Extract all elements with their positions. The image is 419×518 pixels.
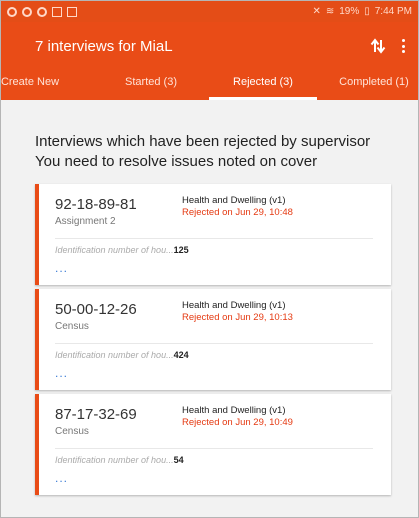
overflow-menu-icon[interactable]	[402, 39, 406, 53]
mute-icon: ✕	[312, 6, 321, 17]
survey-name: Health and Dwelling (v1)	[182, 300, 286, 311]
interview-card[interactable]: 50-00-12-26 Census Health and Dwelling (…	[35, 289, 391, 390]
field-label: Identification number of hou...	[55, 455, 174, 465]
image-icon	[52, 6, 62, 17]
notification-icons	[7, 6, 77, 17]
survey-name: Health and Dwelling (v1)	[182, 405, 286, 416]
more-menu-button[interactable]: ...	[55, 472, 68, 484]
interview-assignment: Census	[55, 426, 89, 437]
field-label: Identification number of hou...	[55, 245, 174, 255]
interview-id: 92-18-89-81	[55, 196, 137, 213]
tab-bar: Create New Started (3) Rejected (3) Comp…	[1, 70, 418, 100]
interview-assignment: Census	[55, 321, 89, 332]
field-value: 424	[173, 350, 189, 360]
more-menu-button[interactable]: ...	[55, 262, 68, 274]
divider	[55, 343, 373, 344]
tab-started[interactable]: Started (3)	[111, 70, 191, 100]
notification-icon	[22, 6, 32, 17]
prefilled-field: Identification number of hou...54	[55, 455, 184, 465]
interview-id: 87-17-32-69	[55, 406, 137, 423]
survey-name: Health and Dwelling (v1)	[182, 195, 286, 206]
interview-card[interactable]: 87-17-32-69 Census Health and Dwelling (…	[35, 394, 391, 495]
field-value: 54	[173, 455, 184, 465]
intro-line-1: Interviews which have been rejected by s…	[35, 133, 371, 150]
tab-create-new[interactable]: Create New	[1, 70, 61, 100]
divider	[55, 238, 373, 239]
tab-completed[interactable]: Completed (1)	[331, 70, 417, 100]
intro-line-2: You need to resolve issues noted on cove…	[35, 153, 318, 170]
wifi-icon: ≋	[325, 6, 335, 17]
system-status: ✕ ≋ 19% ▯ 7:44 PM	[312, 6, 412, 17]
screenshot-icon	[67, 6, 77, 17]
notification-icon	[7, 6, 17, 17]
rejected-status: Rejected on Jun 29, 10:49	[182, 417, 293, 428]
interview-id: 50-00-12-26	[55, 301, 137, 318]
app-bar: 7 interviews for MiaL	[1, 22, 418, 70]
rejected-status: Rejected on Jun 29, 10:48	[182, 207, 293, 218]
divider	[55, 448, 373, 449]
prefilled-field: Identification number of hou...125	[55, 245, 189, 255]
interview-card[interactable]: 92-18-89-81 Assignment 2 Health and Dwel…	[35, 184, 391, 285]
interview-assignment: Assignment 2	[55, 216, 116, 227]
rejected-list: Interviews which have been rejected by s…	[1, 100, 418, 495]
tab-rejected[interactable]: Rejected (3)	[209, 70, 317, 100]
status-bar: ✕ ≋ 19% ▯ 7:44 PM	[1, 1, 418, 22]
field-label: Identification number of hou...	[55, 350, 174, 360]
more-menu-button[interactable]: ...	[55, 367, 68, 379]
battery-percent: 19%	[339, 6, 360, 17]
sync-icon[interactable]	[368, 36, 388, 56]
notification-icon	[37, 6, 47, 17]
battery-icon: ▯	[364, 6, 370, 17]
prefilled-field: Identification number of hou...424	[55, 350, 189, 360]
clock: 7:44 PM	[374, 6, 412, 17]
page-title: 7 interviews for MiaL	[35, 37, 173, 55]
field-value: 125	[173, 245, 189, 255]
rejected-status: Rejected on Jun 29, 10:13	[182, 312, 293, 323]
intro-text: Interviews which have been rejected by s…	[35, 132, 418, 172]
app-frame: ✕ ≋ 19% ▯ 7:44 PM 7 interviews for MiaL …	[0, 0, 419, 518]
